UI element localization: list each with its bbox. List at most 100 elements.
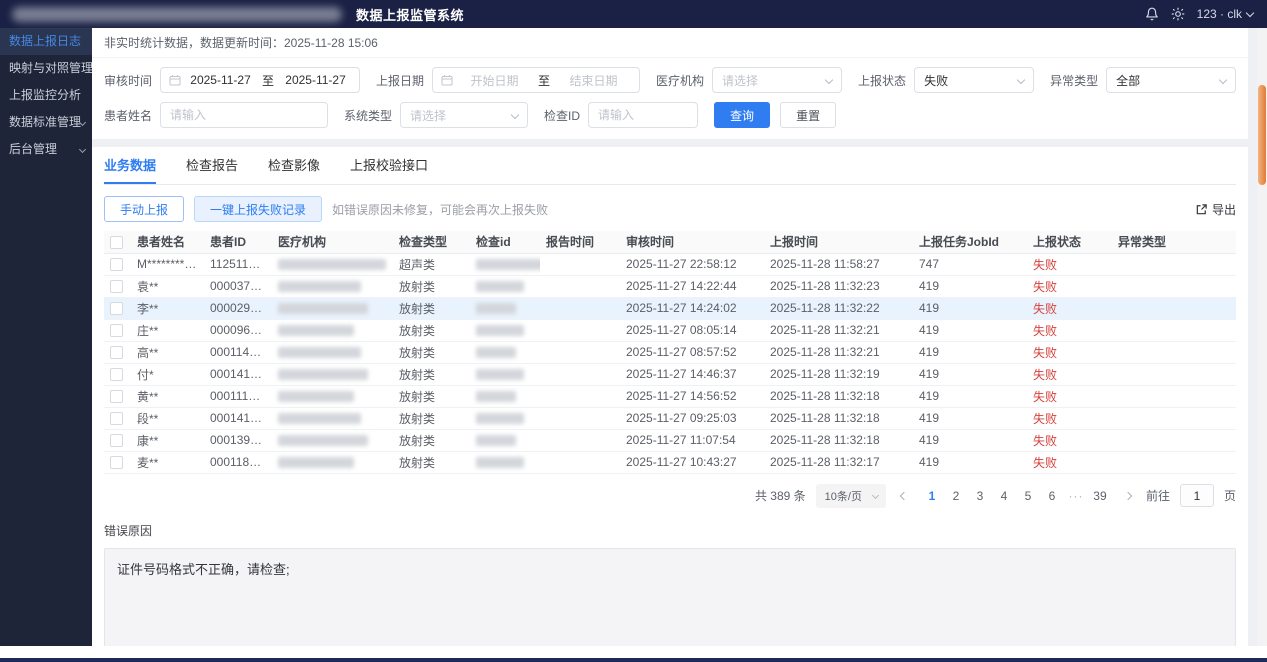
range-separator: 至	[538, 73, 551, 88]
audit-time-start[interactable]: 2025-11-27	[185, 73, 256, 87]
exam-id-input[interactable]	[588, 102, 699, 128]
filter-exam-id: 检查ID	[544, 102, 699, 128]
cell-exam-type: 放射类	[393, 341, 470, 364]
report-date-start[interactable]: 开始日期	[457, 72, 532, 89]
theme-toggle-icon[interactable]	[1171, 7, 1185, 21]
report-date-end[interactable]: 结束日期	[556, 72, 631, 89]
row-checkbox[interactable]	[110, 390, 123, 404]
page-size-select[interactable]: 10条/页	[815, 483, 886, 508]
table-row[interactable]: 庄** 0000967063 放射类 2025-11-27 08:05:14 2025-…	[104, 319, 1236, 342]
search-button[interactable]: 查询	[714, 102, 771, 128]
audit-time-range-picker[interactable]: 2025-11-27 至 2025-11-27	[160, 67, 361, 93]
cell-report-time	[540, 451, 620, 474]
cell-institution	[272, 275, 393, 298]
institution-redacted-block	[278, 369, 368, 381]
table-row[interactable]: 袁** 0000377910 放射类 2025-11-27 14:22:44 2025-…	[104, 275, 1236, 298]
page-number-2[interactable]: 2	[946, 484, 966, 508]
error-reason-content: 证件号码格式不正确，请检查;	[104, 547, 1236, 656]
page-number-6[interactable]: 6	[1042, 484, 1062, 508]
row-checkbox[interactable]	[110, 324, 123, 338]
tab-检查报告[interactable]: 检查报告	[186, 147, 238, 184]
table-row[interactable]: 麦** 0001182959 放射类 2025-11-27 10:43:27 2025-…	[104, 451, 1236, 474]
toolbar: 手动上报 一键上报失败记录 如错误原因未修复，可能会再次上报失败 导出	[104, 196, 1236, 222]
cell-exception-type	[1112, 429, 1236, 452]
table-row[interactable]: M************...11251127266 超声类 2025-11-27…	[104, 253, 1236, 276]
audit-time-label: 审核时间	[104, 73, 153, 88]
cell-patient-name: 麦**	[131, 451, 204, 474]
cell-exception-type	[1112, 363, 1236, 386]
table-row[interactable]: 李** 0000294185 放射类 2025-11-27 14:24:02 2025-…	[104, 297, 1236, 320]
cell-exam-id	[470, 253, 540, 276]
page-number-39[interactable]: 39	[1090, 484, 1110, 508]
table-row[interactable]: 康** 0001396766 放射类 2025-11-27 11:07:54 2025-…	[104, 429, 1236, 452]
row-checkbox[interactable]	[110, 302, 123, 316]
calendar-icon	[441, 75, 453, 86]
row-checkbox[interactable]	[110, 412, 123, 426]
table-row[interactable]: 段** 0001419629 放射类 2025-11-27 09:25:03 2025-…	[104, 407, 1236, 430]
row-checkbox[interactable]	[110, 456, 123, 470]
batch-retry-button[interactable]: 一键上报失败记录	[194, 196, 323, 222]
select-all-checkbox[interactable]	[110, 235, 123, 249]
cell-exam-id	[470, 385, 540, 408]
row-checkbox[interactable]	[110, 280, 123, 294]
cell-patient-name: 袁**	[131, 275, 204, 298]
row-checkbox[interactable]	[110, 434, 123, 448]
table-row[interactable]: 付* 0001418021 放射类 2025-11-27 14:46:37 2025-1…	[104, 363, 1236, 386]
row-checkbox[interactable]	[110, 258, 123, 272]
export-button[interactable]: 导出	[1195, 201, 1236, 218]
sidebar-item[interactable]: 上报监控分析	[0, 82, 92, 109]
report-date-range-picker[interactable]: 开始日期 至 结束日期	[432, 67, 641, 93]
cell-upload-time: 2025-11-28 11:32:18	[764, 429, 913, 452]
cell-report-time	[540, 275, 620, 298]
page-number-1[interactable]: 1	[922, 484, 942, 508]
chevron-down-icon	[1245, 8, 1255, 17]
sidebar-item[interactable]: 映射与对照管理	[0, 55, 92, 82]
page-number-4[interactable]: 4	[994, 484, 1014, 508]
reset-button[interactable]: 重置	[780, 102, 837, 128]
cell-status: 失败	[1027, 253, 1112, 276]
tab-业务数据[interactable]: 业务数据	[104, 147, 157, 184]
page-number-3[interactable]: 3	[970, 484, 990, 508]
exception-type-select[interactable]: 全部	[1106, 67, 1237, 93]
cell-job-id: 419	[913, 341, 1027, 364]
cell-audit-time: 2025-11-27 08:57:52	[620, 341, 764, 364]
exam-id-redacted-block	[476, 325, 524, 337]
tab-上报校验接口[interactable]: 上报校验接口	[350, 147, 428, 184]
cell-patient-id: 0001418021	[204, 363, 272, 386]
tab-检查影像[interactable]: 检查影像	[268, 147, 320, 184]
col-status: 上报状态	[1027, 231, 1112, 254]
prev-page-button[interactable]	[896, 484, 912, 508]
cell-exception-type	[1112, 385, 1236, 408]
row-checkbox[interactable]	[110, 346, 123, 360]
notification-bell-icon[interactable]	[1145, 7, 1159, 21]
page-scrollbar-track[interactable]	[1257, 28, 1267, 646]
cell-exception-type	[1112, 341, 1236, 364]
cell-upload-time: 2025-11-28 11:32:19	[764, 363, 913, 386]
patient-name-input[interactable]	[160, 102, 329, 128]
cell-patient-id: 0000967063	[204, 319, 272, 342]
page-number-5[interactable]: 5	[1018, 484, 1038, 508]
report-status-value: 失败	[924, 73, 949, 88]
system-type-select[interactable]: 请选择	[400, 102, 529, 128]
manual-report-button[interactable]: 手动上报	[104, 196, 185, 222]
cell-job-id: 419	[913, 363, 1027, 386]
institution-select[interactable]: 请选择	[712, 67, 843, 93]
next-page-button[interactable]	[1120, 484, 1136, 508]
cell-exam-id	[470, 341, 540, 364]
audit-time-end[interactable]: 2025-11-27	[280, 73, 351, 87]
table-row[interactable]: 高** 0001142232 放射类 2025-11-27 08:57:52 2025-…	[104, 341, 1236, 364]
row-checkbox[interactable]	[110, 368, 123, 382]
cell-exception-type	[1112, 275, 1236, 298]
sidebar-item-label: 数据上报日志	[9, 34, 82, 48]
page-scrollbar-thumb[interactable]	[1258, 85, 1266, 185]
bottom-edge-bar	[0, 658, 1267, 662]
exam-id-label: 检查ID	[544, 108, 581, 123]
report-status-select[interactable]: 失败	[914, 67, 1035, 93]
cell-patient-id: 0001396766	[204, 429, 272, 452]
sidebar-item[interactable]: 数据标准管理	[0, 109, 92, 136]
table-row[interactable]: 黄** 0001115398 放射类 2025-11-27 14:56:52 2025-…	[104, 385, 1236, 408]
user-menu[interactable]: 123 · clk	[1197, 7, 1255, 21]
goto-page-input[interactable]	[1179, 484, 1214, 507]
sidebar-item[interactable]: 后台管理	[0, 136, 92, 163]
sidebar-item[interactable]: 数据上报日志	[0, 28, 92, 55]
